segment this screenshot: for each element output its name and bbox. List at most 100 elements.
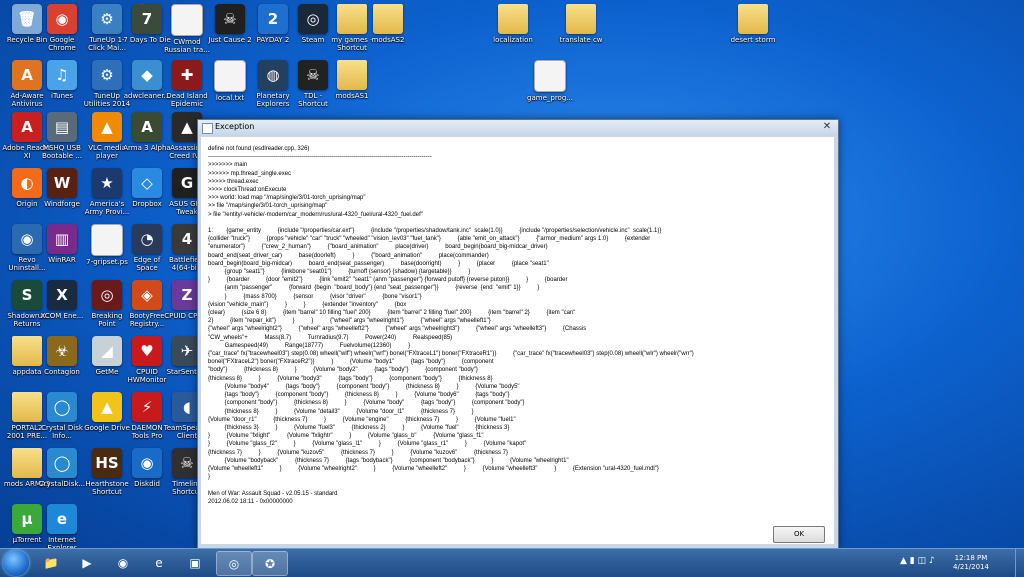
desktop-icon-label: MSHQ USB Bootable ... [42,144,82,160]
taskbar: ▲ ▮ ◫ ♪ 12:18 PM 4/21/2014 📁 ▶ ◉ e ▣ ◎ ✪ [0,548,1024,577]
tool-icon: ◆ [132,60,162,90]
taskbar-button-media-player[interactable]: ▶ [70,551,104,574]
taskbar-button-chrome[interactable]: ◉ [106,551,140,574]
desktop-icon[interactable]: W Windforge [37,168,87,208]
ie-icon: e [155,555,163,570]
start-button[interactable] [3,550,29,576]
desktop-icon[interactable]: ◯ CrystalDisk... [37,448,87,488]
taskbar-button-internet-explorer[interactable]: e [142,551,176,574]
game-icon: ◔ [132,224,162,254]
folder-icon [337,60,367,90]
tool-icon: ◢ [92,336,122,366]
desktop-icon[interactable]: localization [488,4,538,44]
game-icon: ◎ [92,280,122,310]
winrar-icon: ▥ [47,224,77,254]
game-icon: X [47,280,77,310]
desktop-icon-label: Contagion [44,368,80,376]
tuneup-icon: ⚙ [92,60,122,90]
desktop-icon-label: modsAS1 [335,92,369,100]
desktop-icon[interactable]: desert storm [728,4,778,44]
taskbar-button-men-of-war[interactable]: ✪ [252,551,288,576]
taskbar-button-windows-explorer[interactable]: ▣ [178,551,212,574]
ie-icon: e [47,504,77,534]
game-icon: 2 [258,4,288,34]
close-button[interactable]: ✕ [820,121,834,134]
game-icon: ☣ [47,336,77,366]
tool-icon: ◈ [132,280,162,310]
window-app-icon [202,123,213,134]
game-icon: ◍ [258,60,288,90]
game-icon: W [47,168,77,198]
desktop-icon[interactable]: ◯ Crystal Disk Info... [37,392,87,440]
media-player-icon: ▶ [82,555,92,570]
desktop-icon-label: translate cw [559,36,603,44]
desktop-icon-label: CrystalDisk... [38,480,86,488]
game-icon: HS [92,448,122,478]
desktop-icon[interactable]: X XCOM Ene... [37,280,87,320]
tool-icon: ◯ [47,448,77,478]
desktop-icon[interactable]: game_prog... [525,60,575,102]
desktop-icon[interactable]: ☣ Contagion [37,336,87,376]
desktop-icon-label: iTunes [51,92,73,100]
desktop-icon[interactable]: modsAS2 [363,4,413,44]
dropbox-icon: ◇ [132,168,162,198]
tool-icon: ▤ [47,112,77,142]
desktop-icon[interactable]: ◉ Google Chrome [37,4,87,52]
desktop-icon[interactable]: eInternet Explorer [37,504,87,552]
desktop-icon-label: desert storm [730,36,776,44]
tool-icon: ♥ [132,336,162,366]
desktop-icon[interactable]: ▤ MSHQ USB Bootable ... [37,112,87,160]
desktop-icon[interactable]: ♫ iTunes [37,60,87,100]
tool-icon: ⚡ [132,392,162,422]
desktop-icon[interactable]: modsAS1 [327,60,377,100]
folder-icon [373,4,403,34]
desktop-icon-label: game_prog... [527,94,573,102]
desktop-icon-label: Windforge [44,200,80,208]
desktop-icon-label: Google Chrome [48,36,76,52]
folder-icon [738,4,768,34]
clock[interactable]: 12:18 PM 4/21/2014 [946,554,996,572]
taskbar-button-explorer[interactable]: 📁 [34,551,68,574]
window-icon: ▣ [189,555,201,570]
taskbar-button-steam[interactable]: ◎ [216,551,252,576]
document-icon [534,60,566,92]
desktop-icon[interactable]: translate cw [556,4,606,44]
document-icon [214,60,246,92]
document-icon [171,4,203,36]
ok-button[interactable]: OK [773,526,825,543]
dialog-title: Exception [215,122,255,131]
game-icon: ☠ [298,60,328,90]
explorer-icon: 📁 [43,555,59,570]
desktop-icon-label: localization [493,36,533,44]
system-tray[interactable]: ▲ ▮ ◫ ♪ [900,556,935,566]
dialog-body: define not found (esdlreader.cpp, 326) -… [201,137,834,544]
desktop-icon-label: WinRAR [48,256,76,264]
desktop-icon[interactable]: ▥ WinRAR [37,224,87,264]
dialog-titlebar[interactable]: Exception ✕ [198,120,838,136]
clock-date: 4/21/2014 [953,563,989,571]
itunes-icon: ♫ [47,60,77,90]
tool-icon: ◉ [132,448,162,478]
drive-icon: ▲ [92,392,122,422]
chrome-icon: ◉ [117,555,129,570]
desktop-icon-label: modsAS2 [371,36,405,44]
game-icon: A [132,112,162,142]
exception-dialog: Exception ✕ define not found (esdlreader… [197,119,839,549]
exception-log-text: define not found (esdlreader.cpp, 326) -… [208,146,694,505]
folder-icon [566,4,596,34]
document-icon [91,224,123,256]
tool-icon: ◯ [47,392,77,422]
game-icon: ✪ [264,556,276,571]
game-icon: ★ [92,168,122,198]
chrome-icon: ◉ [47,4,77,34]
vlc-icon: ▲ [92,112,122,142]
game-icon: ☠ [215,4,245,34]
clock-time: 12:18 PM [954,554,988,562]
tuneup-icon: ⚙ [92,4,122,34]
steam-icon: ◎ [298,4,328,34]
desktop-icon-label: Crystal Disk Info... [41,424,83,440]
folder-icon [498,4,528,34]
desktop-icon-label: XCOM Ene... [40,312,84,320]
show-desktop-button[interactable] [1015,549,1024,577]
game-icon: ✚ [172,60,202,90]
